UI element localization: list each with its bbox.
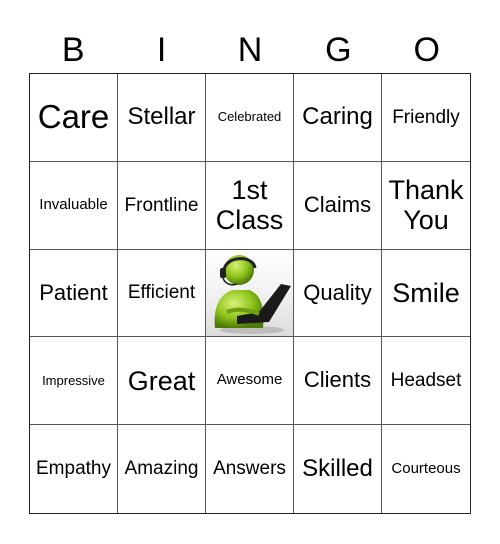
header-letter-i: I [156,31,167,69]
bingo-cell[interactable]: Impressive [30,337,118,426]
header-letter-g: G [325,31,352,69]
bingo-cell[interactable]: Empathy [30,425,118,513]
bingo-cell[interactable]: Great [118,337,206,426]
bingo-cell[interactable]: Care [30,74,118,162]
free-space[interactable] [206,249,294,338]
bingo-cell[interactable]: Quality [294,249,382,338]
bingo-cell[interactable]: Smile [382,250,470,338]
bingo-cell[interactable]: Thank You [382,162,470,250]
bingo-cell[interactable]: Friendly [382,74,470,162]
bingo-cell[interactable]: Amazing [118,425,206,513]
bingo-cell[interactable]: Headset [382,337,470,426]
bingo-cell[interactable]: Answers [206,425,294,513]
header-letter-b: B [61,31,85,69]
bingo-cell[interactable]: Skilled [294,425,382,513]
bingo-cell[interactable]: Awesome [206,337,294,426]
customer-service-agent-icon [214,254,291,334]
bingo-cell[interactable]: Caring [294,74,382,162]
bingo-cell[interactable]: Invaluable [30,161,118,250]
bingo-cell[interactable]: Courteous [382,425,470,513]
bingo-cell[interactable]: Celebrated [206,74,294,162]
bingo-cell[interactable]: Patient [30,249,118,338]
bingo-cell[interactable]: 1st Class [206,161,294,250]
bingo-cell[interactable]: Frontline [118,161,206,250]
header-letter-o: O [413,31,440,69]
header-letter-n: N [237,31,263,69]
bingo-cell[interactable]: Efficient [118,249,206,338]
bingo-cell[interactable]: Stellar [118,74,206,162]
bingo-grid: Care Stellar Celebrated Caring Friendly … [29,73,471,514]
bingo-header: B I N G O [29,26,471,74]
bingo-cell[interactable]: Claims [294,161,382,250]
bingo-cell[interactable]: Clients [294,337,382,426]
